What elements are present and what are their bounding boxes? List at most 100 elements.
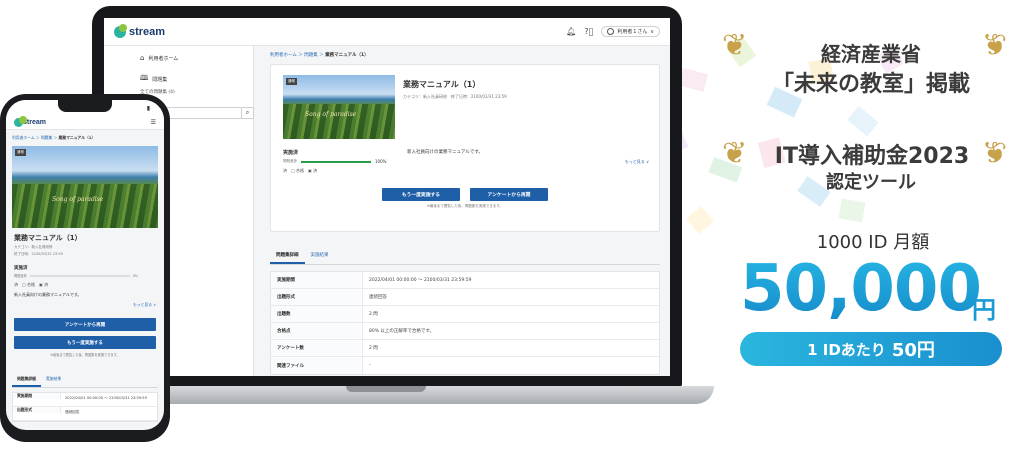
sidebar-item-all-questions[interactable]: 全ての問題集 (4) [140,89,245,95]
row-value: 連続回答 [65,410,80,414]
survey-resume-button[interactable]: アンケートから再開 [14,318,156,331]
table-row: 実施期間 2022/04/01 00:00:00 ～ 2100/03/31 23:… [13,393,157,407]
breadcrumb-current: 業務マニュアル（1） [58,135,96,140]
row-key: 出題数 [271,306,363,322]
table-row: 出題数 2 問 [271,306,659,323]
item-category: カテゴリ：新入社員研修 [14,245,53,249]
row-value: 80% 以上の正解率で合格です。 [369,329,434,334]
tab-details[interactable]: 問題集詳細 [270,248,305,264]
item-status: 実施済 [14,266,28,271]
table-row: 出題形式 連続回答 [271,289,659,306]
button-note: ※最後まで閲覧した後、問題集を実施できます。 [50,353,120,357]
row-key: 出題形式 [271,289,363,305]
item-deadline: 終了日時：2100/03/31 23:59 [450,94,507,99]
sidebar-item-label: 問題集 [152,77,168,83]
show-more-link[interactable]: もっと見る ∨ [625,159,649,165]
logo-text: stream [129,25,166,38]
show-more-link[interactable]: もっと見る ∨ [14,302,156,308]
sidebar-item-label: 利用者ホーム [148,55,179,62]
progress-bar [301,160,371,163]
avatar-icon [607,28,615,35]
menu-icon[interactable]: ☰ [151,119,156,126]
table-row: 合格点 80% 以上の正解率で合格です。 [271,323,659,340]
item-category: カテゴリ：新入社員研修 [403,94,447,99]
phone-breadcrumb: 利用者ホーム ＞ 問題集 ＞ 業務マニュアル（1） [6,130,164,146]
row-value: 2 問 [369,346,378,351]
app-logo[interactable]: stream [114,23,166,38]
sidebar-item-questions[interactable]: 🕮︎ 問題集 [140,74,245,85]
item-title: 業務マニュアル（1） [403,80,481,89]
phone-notch [58,100,112,112]
home-icon: ⌂ [140,54,145,62]
main-content: 利用者ホーム ＞ 問題集 ＞ 業務マニュアル（1） 通常 Song of par… [254,46,670,376]
table-row: 実施期間 2022/04/01 00:00:00 ～ 2100/03/31 23:… [271,272,659,289]
breadcrumb: 利用者ホーム ＞ 問題集 ＞ 業務マニュアル（1） [270,52,660,58]
user-menu-button[interactable]: 利用者１さん ∨ [601,26,660,37]
sidebar-item-home[interactable]: ⌂ 利用者ホーム [140,54,245,62]
button-note: ※最後まで閲覧した後、問題集を実施できます。 [426,204,504,208]
detail-tabs: 問題集詳細 実施結果 [270,248,660,265]
item-tag: 通常 [286,78,297,85]
promo-plan: 1000 ID 月額 [816,232,930,253]
item-title: 業務マニュアル（1） [14,234,82,242]
table-row: 関連ファイル - [271,357,659,374]
breadcrumb-current: 業務マニュアル（1） [325,53,369,58]
per-id-prefix: 1 IDあたり [807,340,886,359]
tab-results[interactable]: 実施結果 [41,373,66,387]
details-table: 実施期間 2022/04/01 00:00:00 ～ 2100/03/31 23:… [12,392,158,422]
row-key: 出題形式 [13,407,61,413]
item-thumbnail: 通常 Song of paradise [12,146,158,228]
breadcrumb-questions[interactable]: 問題集 [41,135,52,140]
status-icons: 済 □ 合格 ▣ 済 [14,282,49,287]
detail-tabs: 問題集詳細 実施結果 [12,373,158,388]
tab-results[interactable]: 実施結果 [305,248,335,264]
status-icons: 済 □ 合格 ▣ 済 [283,168,318,173]
phone-screen: ▮ stream ☰ 利用者ホーム ＞ 問題集 ＞ 業務マニュアル（1） 通常 … [6,100,164,430]
laurel-right-icon: ❦ [982,28,1008,63]
table-row: 出題形式 連続回答 [13,407,157,421]
progress-bar [29,274,130,277]
progress-percent: 0% [132,273,138,278]
user-name: 利用者１さん [617,29,648,35]
row-key: アンケート数 [271,340,363,356]
table-row: アンケート数 2 問 [271,340,659,357]
thumbnail-caption: Song of paradise [52,196,104,203]
row-key: 実施期間 [13,393,61,399]
battery-icon: ▮ [146,104,150,112]
retry-button[interactable]: もう一度実施する [382,188,460,201]
retry-button[interactable]: もう一度実施する [14,336,156,349]
row-key: 合格点 [271,323,363,339]
logo-mark-icon [14,116,27,127]
chevron-down-icon: ∨ [650,28,654,35]
phone-header: stream ☰ [6,116,164,130]
item-card: 通常 Song of paradise 業務マニュアル（1） カテゴリ：新入社員… [270,64,660,232]
row-value: 連続回答 [369,295,387,300]
survey-resume-button[interactable]: アンケートから再開 [470,188,548,201]
breadcrumb-home[interactable]: 利用者ホーム [12,135,35,140]
promo-per-id-badge: 1 IDあたり 50円 [740,332,1002,366]
item-meta: カテゴリ：新入社員研修 終了日時：2100/03/31 23:59 [403,94,507,100]
progress-label: 問題進捗 [14,274,27,278]
row-value: 2022/04/01 00:00:00 ～ 2100/03/31 23:59:5… [369,278,472,283]
item-thumbnail: 通常 Song of paradise [283,75,395,139]
item-description: 新入社員向けの業務マニュアルです。 [407,150,483,155]
logo-mark-icon [114,23,127,38]
book-icon: 🕮︎ [140,74,149,82]
promo-meti: 経済産業省 [821,42,921,66]
breadcrumb-home[interactable]: 利用者ホーム [270,53,297,58]
promo-it-subsidy: IT導入補助金2023 [774,144,970,169]
laptop-screen: stream 🔔︎ ?⃝ 利用者１さん ∨ ⌂ 利用者ホーム 🕮︎ 問題集 全て… [104,18,670,376]
search-icon[interactable]: ⌕ [241,108,253,118]
bell-icon[interactable]: 🔔︎ [566,27,576,36]
promo-certified-tool: 認定ツール [826,172,916,193]
breadcrumb-questions[interactable]: 問題集 [304,53,318,58]
help-icon[interactable]: ?⃝ [584,27,593,36]
progress-row: 問題進捗 0% [14,273,156,279]
progress-percent: 100% [375,159,387,164]
row-value: 2 問 [369,312,378,317]
row-value: 2022/04/01 00:00:00 ～ 2100/03/31 23:59:5… [65,396,147,400]
progress-fill [301,160,371,163]
progress-row: 問題進捗 100% [283,159,403,164]
tab-details[interactable]: 問題集詳細 [12,373,41,387]
item-description: 新入社員向けの業務マニュアルです。 [14,292,82,297]
